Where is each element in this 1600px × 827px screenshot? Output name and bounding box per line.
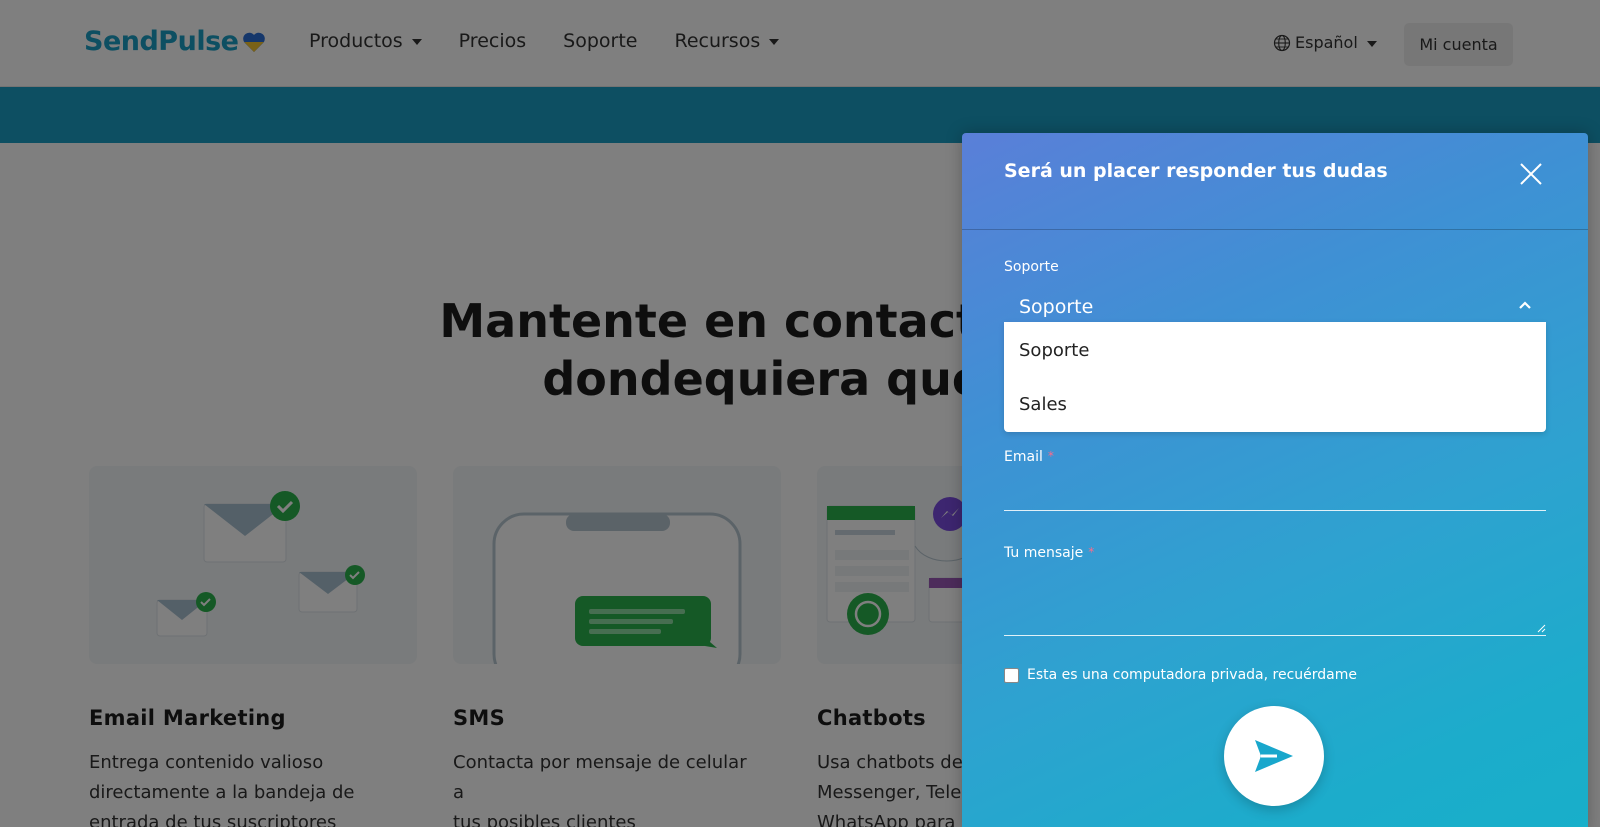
message-textarea[interactable]	[1004, 569, 1546, 636]
department-dropdown: Soporte Sales	[1004, 322, 1546, 432]
dropdown-option-sales[interactable]: Sales	[1004, 377, 1546, 431]
message-label: Tu mensaje *	[1004, 545, 1094, 561]
remember-label: Esta es una computadora privada, recuérd…	[1027, 667, 1357, 683]
remember-checkbox[interactable]	[1004, 667, 1019, 683]
send-icon	[1255, 740, 1293, 772]
widget-title: Será un placer responder tus dudas	[1004, 160, 1388, 182]
department-label: Soporte	[1004, 259, 1059, 275]
close-icon[interactable]	[1518, 161, 1544, 187]
required-marker: *	[1088, 545, 1095, 559]
email-field[interactable]	[1004, 473, 1546, 511]
contact-widget: Será un placer responder tus dudas Sopor…	[962, 133, 1588, 827]
department-select[interactable]: Soporte	[1004, 288, 1546, 325]
message-label-text: Tu mensaje	[1004, 545, 1084, 561]
required-marker: *	[1047, 449, 1054, 463]
email-label: Email *	[1004, 449, 1054, 465]
dropdown-option-soporte[interactable]: Soporte	[1004, 323, 1546, 377]
resize-grip-icon[interactable]	[1536, 623, 1546, 633]
chevron-up-icon	[1519, 301, 1531, 309]
send-button[interactable]	[1224, 706, 1324, 806]
department-selected-value: Soporte	[1019, 296, 1094, 318]
widget-header: Será un placer responder tus dudas	[962, 133, 1588, 230]
email-label-text: Email	[1004, 449, 1043, 465]
remember-me[interactable]: Esta es una computadora privada, recuérd…	[1004, 667, 1357, 683]
